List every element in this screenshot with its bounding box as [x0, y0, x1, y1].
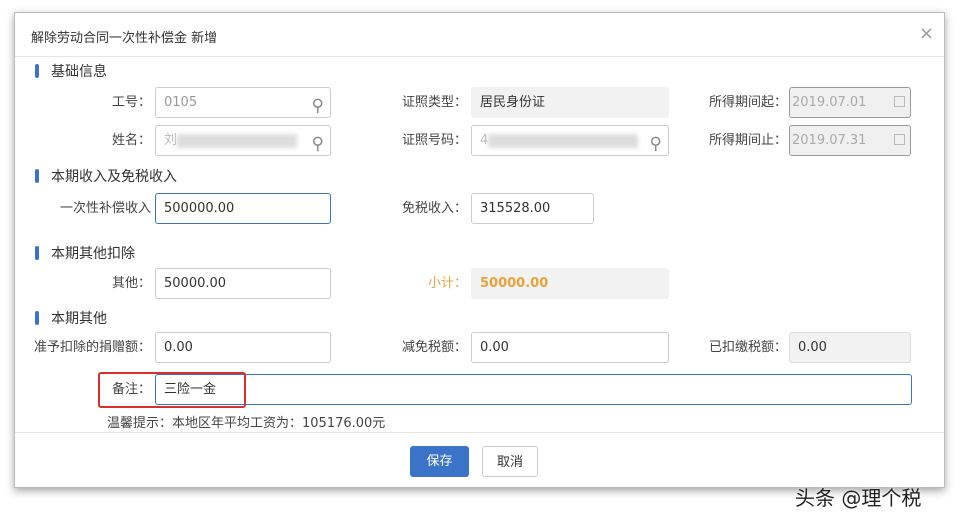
dialog-title: 解除劳动合同一次性补偿金 新增 [31, 31, 218, 46]
name-value: 刘 [164, 133, 178, 148]
other-deduct-input[interactable]: 50000.00 [155, 268, 331, 299]
withheld-label: 已扣缴税额： [708, 340, 787, 355]
emp-no-label: 工号： [111, 95, 151, 110]
relief-label: 减免税额： [401, 340, 467, 355]
donation-label: 准予扣除的捐赠额： [33, 340, 151, 355]
remark-input[interactable]: 三险一金 [155, 374, 912, 405]
subtotal-field: 50000.00 [471, 268, 669, 299]
watermark: 头条 @理个税 [795, 486, 922, 510]
search-icon[interactable]: ⚲ [312, 130, 324, 159]
withheld-field: 0.00 [789, 332, 911, 363]
calendar-icon[interactable] [894, 96, 905, 107]
section-other: 本期其他 [35, 308, 107, 328]
period-end-value: 2019.07.31 [792, 133, 867, 148]
taxfree-input[interactable]: 315528.00 [471, 193, 594, 224]
emp-no-input[interactable]: 0105 ⚲ [155, 87, 331, 118]
relief-input[interactable]: 0.00 [471, 332, 669, 363]
compensation-input[interactable]: 500000.00 [155, 193, 331, 224]
taxfree-label: 免税收入： [401, 201, 467, 216]
name-input[interactable]: 刘 ⚲ [155, 125, 331, 156]
save-button[interactable]: 保存 [410, 446, 469, 477]
close-icon[interactable]: × [919, 23, 934, 44]
section-income: 本期收入及免税收入 [35, 166, 177, 186]
id-type-label: 证照类型： [401, 95, 467, 110]
section-basic: 基础信息 [35, 61, 107, 81]
name-label: 姓名： [111, 133, 151, 148]
period-end-input[interactable]: 2019.07.31 [789, 125, 911, 156]
period-start-input[interactable]: 2019.07.01 [789, 87, 911, 118]
other-deduct-label: 其他： [111, 276, 151, 291]
compensation-label: 一次性补偿收入 [59, 201, 151, 216]
cancel-button[interactable]: 取消 [482, 446, 538, 477]
subtotal-label: 小计： [427, 276, 467, 291]
footer-divider [15, 432, 944, 433]
dialog: 解除劳动合同一次性补偿金 新增 × 基础信息 工号： 0105 ⚲ 姓名： 刘 ⚲ … [14, 12, 945, 488]
id-no-input[interactable]: 4 ⚲ [471, 125, 669, 156]
highlight-box [98, 372, 246, 408]
id-type-field: 居民身份证 [471, 87, 669, 118]
search-icon[interactable]: ⚲ [650, 130, 662, 159]
search-icon[interactable]: ⚲ [312, 92, 324, 121]
calendar-icon[interactable] [894, 134, 905, 145]
donation-input[interactable]: 0.00 [155, 332, 331, 363]
tip-text: 温馨提示：本地区年平均工资为：105176.00元 [107, 416, 386, 431]
period-start-value: 2019.07.01 [792, 95, 867, 110]
period-end-label: 所得期间止： [708, 133, 787, 148]
period-start-label: 所得期间起： [708, 95, 787, 110]
section-deduct: 本期其他扣除 [35, 243, 135, 263]
emp-no-value: 0105 [164, 95, 198, 110]
id-no-value: 4 [480, 133, 489, 148]
id-no-label: 证照号码： [401, 133, 467, 148]
divider [15, 56, 944, 57]
